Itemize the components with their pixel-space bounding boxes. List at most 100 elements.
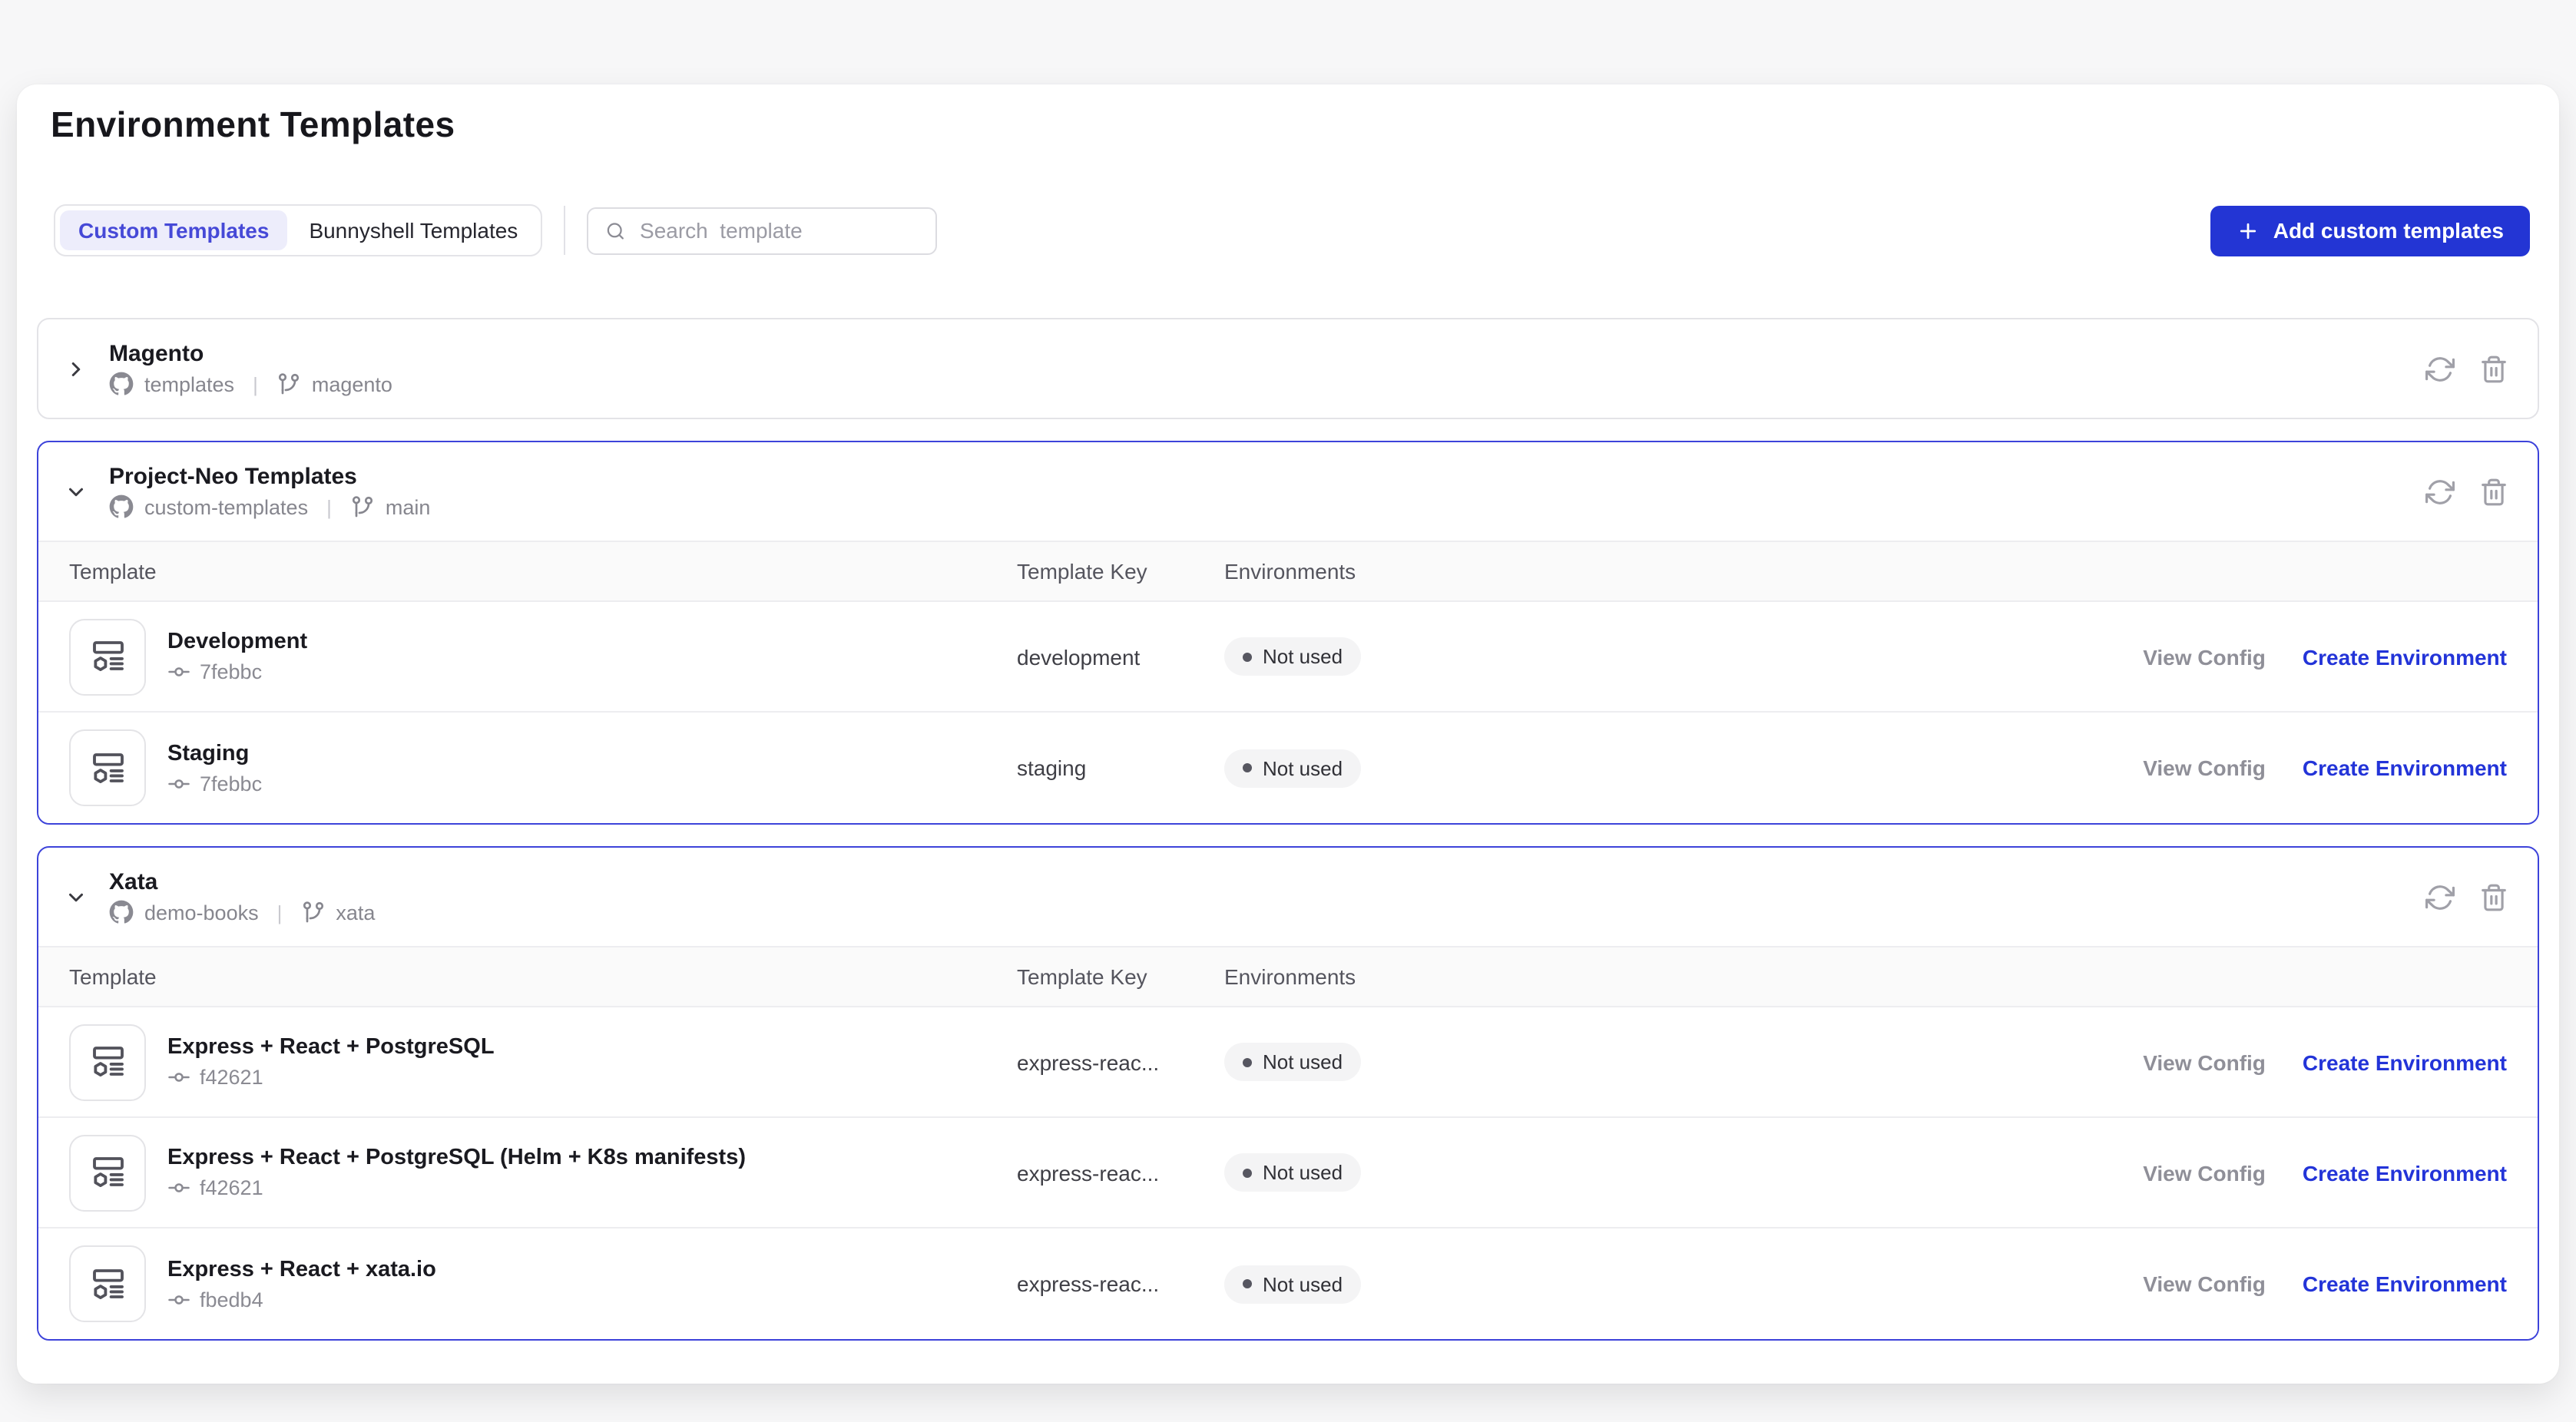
env-status-label: Not used: [1263, 1161, 1343, 1184]
env-status-badge: Not used: [1224, 1265, 1361, 1303]
view-config-button[interactable]: View Config: [2143, 644, 2266, 669]
delete-group-button[interactable]: [2479, 477, 2508, 506]
plus-icon: [2237, 219, 2260, 242]
tab-custom-templates[interactable]: Custom Templates: [60, 210, 287, 250]
search-box[interactable]: [587, 207, 937, 254]
group-expand-toggle[interactable]: [65, 885, 88, 908]
template-icon-box: [69, 1024, 146, 1100]
group-meta: templates | magento: [109, 372, 392, 396]
column-template-key: Template Key: [1017, 559, 1224, 584]
delete-group-button[interactable]: [2479, 882, 2508, 911]
group-header[interactable]: Xata demo-books | xata: [38, 848, 2538, 946]
search-icon: [605, 219, 626, 242]
github-icon: [109, 494, 134, 519]
template-name: Staging: [167, 741, 262, 766]
repo-name: templates: [144, 372, 234, 395]
templates-table: Template Template Key Environments Expre…: [38, 946, 2538, 1339]
github-icon: [109, 372, 134, 396]
column-environments: Environments: [1224, 964, 2507, 989]
template-icon: [87, 1263, 128, 1305]
column-environments: Environments: [1224, 559, 2507, 584]
template-group-card-1: Project-Neo Templates custom-templates |…: [37, 441, 2539, 825]
template-icon-box: [69, 729, 146, 806]
refresh-icon: [2425, 477, 2455, 506]
view-config-button[interactable]: View Config: [2143, 1160, 2266, 1185]
group-header[interactable]: Magento templates | magento: [38, 319, 2538, 418]
viewport: Environment Templates Custom Templates B…: [0, 0, 2576, 1422]
row-actions: View Config Create Environment: [2143, 644, 2507, 669]
template-commit: 7febbc: [167, 772, 262, 795]
git-branch-icon: [350, 494, 375, 519]
group-titles: Magento templates | magento: [109, 341, 392, 396]
tab-bunnyshell-templates[interactable]: Bunnyshell Templates: [290, 210, 536, 250]
group-header[interactable]: Project-Neo Templates custom-templates |…: [38, 442, 2538, 541]
template-hash: fbedb4: [200, 1288, 263, 1311]
table-header: Template Template Key Environments: [38, 541, 2538, 602]
repo-name: custom-templates: [144, 495, 308, 518]
create-environment-button[interactable]: Create Environment: [2303, 1160, 2507, 1185]
sync-group-button[interactable]: [2425, 882, 2455, 911]
column-template-key: Template Key: [1017, 964, 1224, 989]
row-actions: View Config Create Environment: [2143, 1050, 2507, 1074]
template-name: Express + React + PostgreSQL (Helm + K8s…: [167, 1146, 746, 1170]
view-config-button[interactable]: View Config: [2143, 1272, 2266, 1296]
repo-name: demo-books: [144, 901, 259, 924]
group-meta: demo-books | xata: [109, 900, 375, 924]
group-expand-toggle[interactable]: [65, 480, 88, 503]
template-hash: 7febbc: [200, 772, 262, 795]
template-cell: Express + React + xata.io fbedb4: [69, 1245, 1017, 1322]
table-row: Express + React + PostgreSQL (Helm + K8s…: [38, 1118, 2538, 1229]
create-environment-button[interactable]: Create Environment: [2303, 1272, 2507, 1296]
row-actions: View Config Create Environment: [2143, 756, 2507, 780]
group-meta: custom-templates | main: [109, 494, 430, 519]
create-environment-button[interactable]: Create Environment: [2303, 756, 2507, 780]
group-actions: [2425, 477, 2508, 506]
group-expand-toggle[interactable]: [65, 357, 88, 380]
delete-group-button[interactable]: [2479, 354, 2508, 383]
search-input[interactable]: [640, 218, 919, 243]
template-icon: [87, 636, 128, 677]
column-template: Template: [69, 559, 1017, 584]
table-row: Express + React + xata.io fbedb4 express…: [38, 1229, 2538, 1339]
template-name: Development: [167, 630, 307, 654]
template-name: Express + React + xata.io: [167, 1257, 436, 1281]
template-group-card-2: Xata demo-books | xata Te: [37, 846, 2539, 1341]
template-rows: Development 7febbc development Not used …: [38, 602, 2538, 823]
env-status-badge: Not used: [1224, 1153, 1361, 1192]
view-config-button[interactable]: View Config: [2143, 756, 2266, 780]
github-icon: [109, 900, 134, 924]
status-dot-icon: [1243, 1168, 1252, 1177]
env-status-badge: Not used: [1224, 749, 1361, 787]
chevron-down-icon: [65, 885, 88, 908]
template-texts: Express + React + PostgreSQL (Helm + K8s…: [167, 1146, 746, 1199]
templates-table: Template Template Key Environments Devel…: [38, 541, 2538, 823]
row-actions: View Config Create Environment: [2143, 1272, 2507, 1296]
template-icon: [87, 747, 128, 789]
template-icon: [87, 1152, 128, 1193]
template-key: express-reac...: [1017, 1160, 1224, 1185]
groups-list: Magento templates | magento: [37, 318, 2539, 1341]
template-icon-box: [69, 618, 146, 695]
table-row: Staging 7febbc staging Not used View Con…: [38, 713, 2538, 823]
template-cell: Express + React + PostgreSQL (Helm + K8s…: [69, 1134, 1017, 1211]
group-name: Xata: [109, 869, 375, 895]
chevron-right-icon: [65, 357, 88, 380]
sync-group-button[interactable]: [2425, 354, 2455, 383]
add-custom-templates-button[interactable]: Add custom templates: [2210, 205, 2530, 256]
create-environment-button[interactable]: Create Environment: [2303, 1050, 2507, 1074]
git-branch-icon: [276, 372, 301, 396]
template-texts: Staging 7febbc: [167, 741, 262, 795]
status-dot-icon: [1243, 652, 1252, 661]
template-hash: f42621: [200, 1176, 263, 1199]
meta-separator: |: [326, 495, 332, 518]
meta-separator: |: [277, 901, 283, 924]
refresh-icon: [2425, 354, 2455, 383]
template-icon: [87, 1041, 128, 1083]
view-config-button[interactable]: View Config: [2143, 1050, 2266, 1074]
sync-group-button[interactable]: [2425, 477, 2455, 506]
template-cell: Development 7febbc: [69, 618, 1017, 695]
create-environment-button[interactable]: Create Environment: [2303, 644, 2507, 669]
group-actions: [2425, 882, 2508, 911]
branch-name: magento: [312, 372, 392, 395]
table-row: Express + React + PostgreSQL f42621 expr…: [38, 1007, 2538, 1118]
